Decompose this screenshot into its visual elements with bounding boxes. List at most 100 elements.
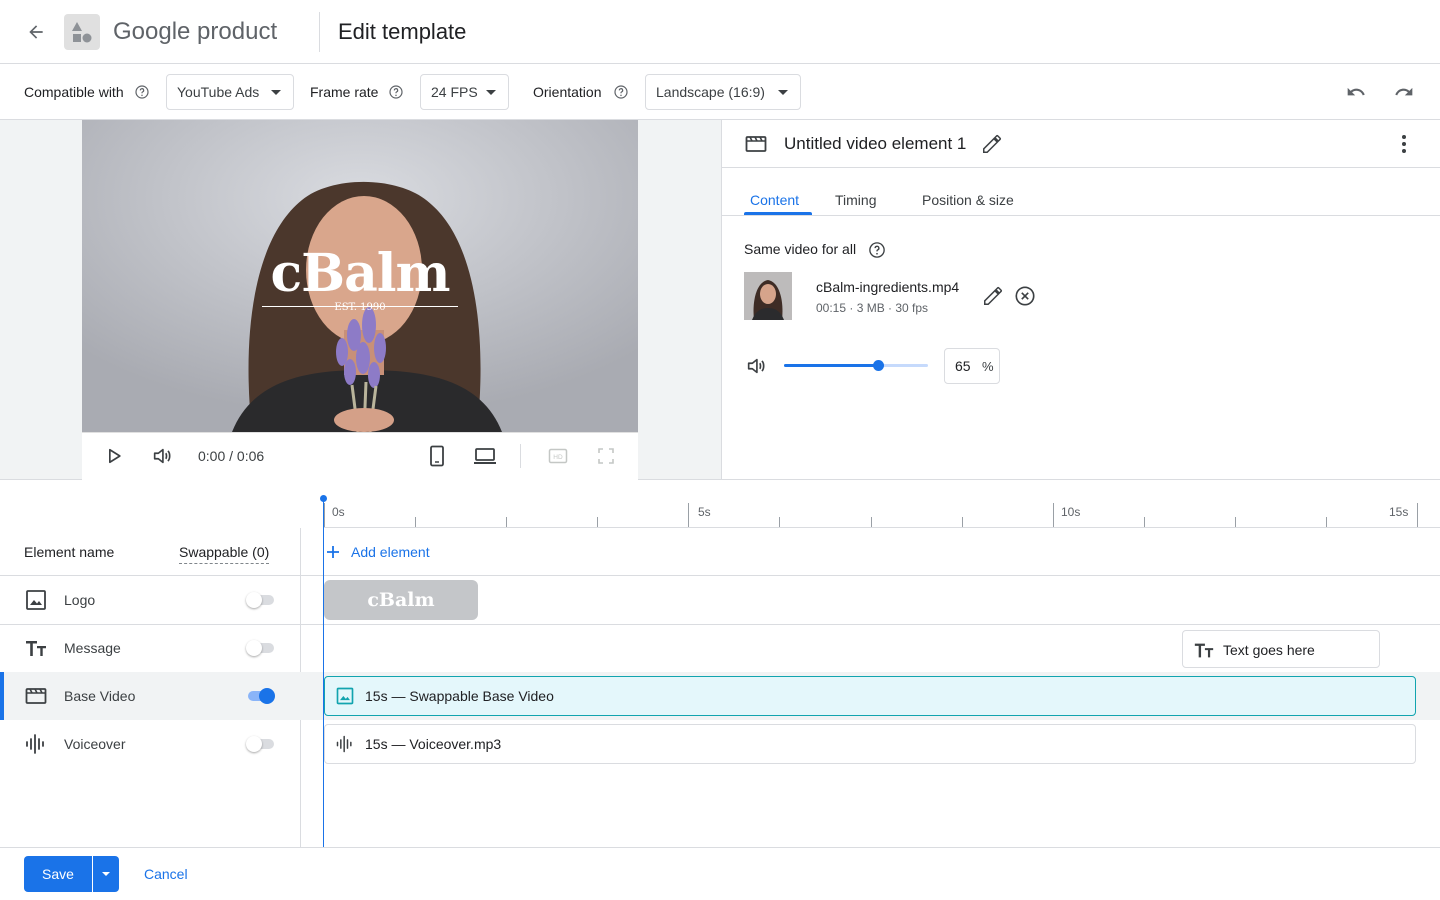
help-icon[interactable] [613, 84, 629, 100]
tab-content[interactable]: Content [750, 191, 799, 209]
more-vertical-icon[interactable] [1394, 133, 1414, 155]
image-icon [335, 686, 355, 706]
swappable-toggle[interactable] [246, 638, 274, 658]
element-title: Untitled video element 1 [784, 134, 967, 153]
brand-logo-text: cBalm [270, 243, 450, 304]
help-icon[interactable] [868, 241, 886, 259]
minor-tick [415, 517, 416, 527]
product-name: Google product [113, 18, 278, 45]
remove-circle-icon[interactable] [1014, 285, 1036, 307]
mobile-preview-icon[interactable] [427, 445, 447, 467]
base-video-clip-text: 15s — Swappable Base Video [365, 688, 554, 704]
minor-tick [1144, 517, 1145, 527]
tab-timing[interactable]: Timing [835, 191, 877, 209]
svg-text:HD: HD [553, 454, 563, 461]
element-name-column: Element name [24, 544, 115, 560]
dropdown-caret-icon [778, 90, 788, 95]
volume-slider-fill [784, 364, 878, 367]
product-logo-icon [64, 14, 100, 50]
framerate-select[interactable]: 24 FPS [420, 74, 509, 110]
base-video-clip[interactable]: 15s — Swappable Base Video [324, 676, 1416, 716]
volume-unit: % [982, 359, 994, 374]
panel-header-divider [721, 167, 1440, 168]
major-tick [1417, 503, 1418, 527]
element-label: Base Video [64, 688, 136, 704]
save-options-button[interactable] [93, 856, 119, 892]
major-tick [324, 503, 325, 527]
orientation-select[interactable]: Landscape (16:9) [645, 74, 801, 110]
undo-icon[interactable] [1342, 80, 1370, 104]
header-divider [319, 12, 320, 52]
audio-icon [335, 734, 355, 754]
video-thumbnail [744, 272, 792, 320]
tab-position-size[interactable]: Position & size [922, 191, 1014, 209]
element-row-logo[interactable]: Logo [0, 576, 1440, 624]
controls-divider [520, 444, 521, 468]
minor-tick [779, 517, 780, 527]
back-arrow-icon[interactable] [20, 16, 52, 48]
major-tick [688, 503, 689, 527]
cancel-button[interactable]: Cancel [144, 866, 188, 882]
add-element-label: Add element [351, 544, 430, 560]
play-icon[interactable] [104, 446, 124, 466]
page-title: Edit template [338, 19, 467, 44]
message-clip-text: Text goes here [1223, 642, 1315, 658]
hd-icon: HD [548, 447, 568, 465]
minor-tick [597, 517, 598, 527]
compatible-label: Compatible with [24, 84, 124, 100]
orientation-label: Orientation [533, 84, 602, 100]
help-icon[interactable] [388, 84, 404, 100]
minor-tick [506, 517, 507, 527]
voiceover-clip-text: 15s — Voiceover.mp3 [365, 736, 502, 752]
redo-icon[interactable] [1390, 80, 1418, 104]
playhead-handle[interactable] [320, 495, 327, 502]
minor-tick [1326, 517, 1327, 527]
audio-icon [24, 732, 48, 756]
fullscreen-icon [597, 447, 615, 465]
logo-clip[interactable]: cBalm [324, 580, 478, 620]
volume-slider-thumb[interactable] [872, 360, 884, 371]
save-button[interactable]: Save [24, 856, 92, 892]
tick-label: 0s [332, 505, 345, 519]
dropdown-caret-icon [271, 90, 281, 95]
plus-icon [327, 546, 339, 558]
edit-pencil-icon[interactable] [981, 133, 1003, 155]
element-label: Message [64, 640, 121, 656]
volume-icon[interactable] [151, 445, 173, 467]
message-clip[interactable]: Text goes here [1182, 630, 1380, 668]
minor-tick [962, 517, 963, 527]
desktop-preview-icon[interactable] [473, 446, 497, 466]
framerate-label: Frame rate [310, 84, 379, 100]
video-file-meta: 00:15 · 3 MB · 30 fps [816, 301, 929, 315]
major-tick [1053, 503, 1054, 527]
edit-pencil-icon[interactable] [982, 285, 1004, 307]
volume-value: 65 [955, 358, 971, 374]
swappable-toggle[interactable] [246, 590, 274, 610]
voiceover-clip[interactable]: 15s — Voiceover.mp3 [324, 724, 1416, 764]
volume-percent-input[interactable]: 65 % [944, 348, 1000, 384]
logo-clip-text: cBalm [367, 589, 435, 611]
tick-label: 5s [698, 505, 711, 519]
playhead-line[interactable] [323, 499, 324, 847]
time-readout: 0:00 / 0:06 [198, 448, 265, 464]
swappable-column[interactable]: Swappable (0) [179, 544, 270, 564]
minor-tick [871, 517, 872, 527]
add-element-button[interactable]: Add element [325, 541, 430, 563]
same-video-label: Same video for all [744, 241, 857, 257]
text-icon [1193, 639, 1215, 661]
movie-icon [24, 684, 48, 708]
dropdown-caret-icon [102, 872, 110, 876]
help-icon[interactable] [134, 84, 150, 100]
volume-icon[interactable] [745, 355, 767, 377]
element-label: Logo [64, 592, 96, 608]
element-label: Voiceover [64, 736, 126, 752]
brand-subtext: EST. 1990 [334, 302, 386, 313]
swappable-toggle[interactable] [246, 686, 275, 706]
footer-bar [0, 847, 1440, 900]
compatible-select[interactable]: YouTube Ads [166, 74, 294, 110]
image-icon [24, 588, 48, 612]
video-file-name: cBalm-ingredients.mp4 [816, 279, 960, 295]
swappable-toggle[interactable] [246, 734, 274, 754]
tabs-divider [721, 215, 1440, 216]
video-preview[interactable]: cBalm EST. 1990 [82, 120, 638, 432]
